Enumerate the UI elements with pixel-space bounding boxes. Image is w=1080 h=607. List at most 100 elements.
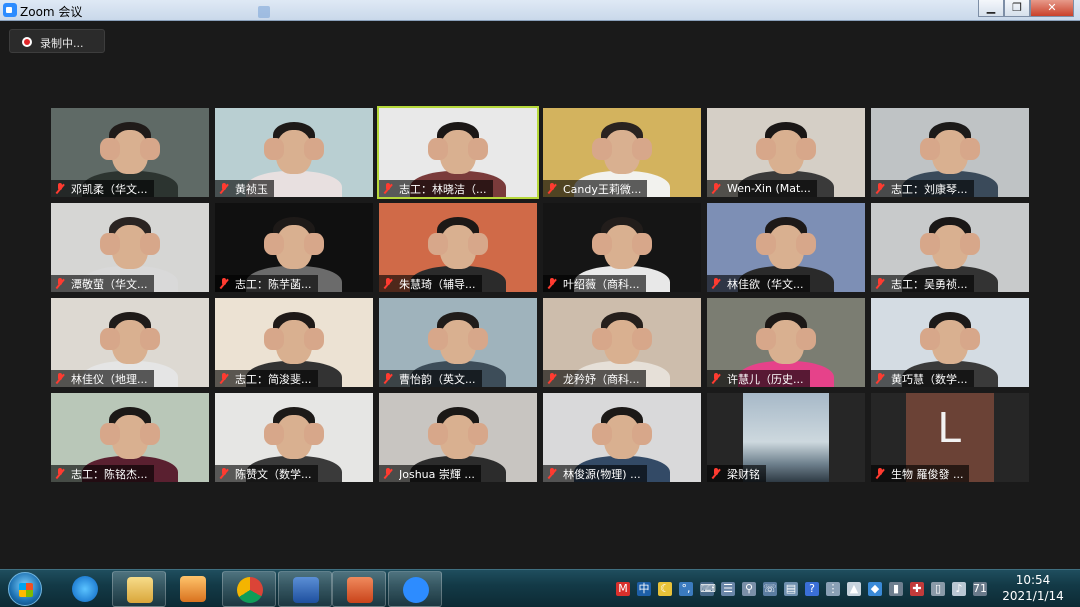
participant-hand <box>100 233 120 255</box>
participant-tile[interactable]: 志工：陈芋菡... <box>215 203 373 292</box>
participant-name: 志工：简浚斐... <box>235 372 312 386</box>
muted-mic-icon <box>547 183 557 194</box>
participant-tile[interactable]: 志工：刘康琴... <box>871 108 1029 197</box>
participant-hand <box>632 328 652 350</box>
muted-mic-icon <box>547 468 557 479</box>
participant-hand <box>796 328 816 350</box>
internet-explorer-icon <box>72 576 98 602</box>
participant-hand <box>592 423 612 445</box>
muted-mic-icon <box>55 278 65 289</box>
participant-tile[interactable]: 曹怡韵（英文... <box>379 298 537 387</box>
participant-tile[interactable]: 许慧儿（历史... <box>707 298 865 387</box>
windows-logo-icon <box>19 583 33 597</box>
maximize-button[interactable]: ❐ <box>1004 0 1030 17</box>
participant-tile[interactable]: Candy王莉微... <box>543 108 701 197</box>
muted-mic-icon <box>547 373 557 384</box>
muted-mic-icon <box>711 183 721 194</box>
participant-hand <box>428 233 448 255</box>
taskbar-ie[interactable] <box>58 571 112 607</box>
participant-name: 黄祯玉 <box>235 182 268 196</box>
participant-tile[interactable]: 陈赞文（数学... <box>215 393 373 482</box>
participant-tile[interactable]: 黄祯玉 <box>215 108 373 197</box>
tray-icon[interactable]: ☏ <box>763 582 777 596</box>
participant-name: Joshua 崇輝 ... <box>399 467 475 481</box>
tray-icon[interactable]: 中 <box>637 582 651 596</box>
tray-icon[interactable]: ▮ <box>889 582 903 596</box>
participant-name-bar: 志工：吴勇祯... <box>871 275 974 292</box>
participant-name: 志工：陈铭杰... <box>71 467 148 481</box>
participant-hand <box>632 423 652 445</box>
participant-tile[interactable]: Joshua 崇輝 ... <box>379 393 537 482</box>
tray-icon[interactable]: ⌨ <box>700 582 716 596</box>
clock-time: 10:54 <box>1015 573 1051 587</box>
system-tray: M 中 ☾ °, ⌨ ☰ ⚲ ☏ ▤? ⋮ ▲ ◆ ▮ ✚ ▯ ♪ 71 <box>616 579 987 599</box>
participant-tile[interactable]: 志工：林晓洁（... <box>377 106 539 199</box>
start-button[interactable] <box>8 572 42 606</box>
tray-icon[interactable]: ✚ <box>910 582 924 596</box>
participant-tile[interactable]: 志工：简浚斐... <box>215 298 373 387</box>
participant-tile[interactable]: 林俊源(物理) ... <box>543 393 701 482</box>
taskbar-chrome[interactable] <box>222 571 276 607</box>
participant-tile[interactable]: 叶绍薇（商科... <box>543 203 701 292</box>
tray-icon[interactable]: ☰ <box>721 582 735 596</box>
clock[interactable]: 10:54 2021/1/14 <box>996 573 1070 605</box>
tray-icon[interactable]: ⋮ <box>826 582 840 596</box>
muted-mic-icon <box>219 373 229 384</box>
tray-icon[interactable]: ☾ <box>658 582 672 596</box>
tray-icon[interactable]: M <box>616 582 630 596</box>
participant-tile[interactable]: 邓凯柔（华文... <box>51 108 209 197</box>
participant-name: 梁财铭 <box>727 467 760 481</box>
ghost-tab-icon <box>258 6 270 18</box>
participant-tile[interactable]: 潭敬萤（华文... <box>51 203 209 292</box>
close-button[interactable]: ✕ <box>1030 0 1074 17</box>
tray-icon[interactable]: ♪ <box>952 582 966 596</box>
participant-hand <box>632 138 652 160</box>
participant-hand <box>592 328 612 350</box>
participant-hand <box>632 233 652 255</box>
participant-name-bar: 志工：陈铭杰... <box>51 465 154 482</box>
tray-icon[interactable]: 71 <box>973 582 987 596</box>
participant-hand <box>920 138 940 160</box>
recording-indicator[interactable]: 录制中... <box>9 29 105 53</box>
participant-name: 黄巧慧（数学... <box>891 372 968 386</box>
participant-tile[interactable]: 林佳欲（华文... <box>707 203 865 292</box>
tray-icon[interactable]: °, <box>679 582 693 596</box>
participant-tile[interactable]: 梁财铭 <box>707 393 865 482</box>
participant-hand <box>264 233 284 255</box>
participant-tile[interactable]: 黄巧慧（数学... <box>871 298 1029 387</box>
participant-hand <box>140 233 160 255</box>
zoom-app-icon <box>3 3 17 17</box>
muted-mic-icon <box>55 468 65 479</box>
tray-icon[interactable]: ▯ <box>931 582 945 596</box>
participant-name-bar: Wen-Xin (Mat... <box>707 180 817 197</box>
taskbar-media[interactable] <box>166 571 220 607</box>
muted-mic-icon <box>711 278 721 289</box>
participant-hand <box>592 138 612 160</box>
participant-tile[interactable]: L 生物 羅俊發 ... <box>871 393 1029 482</box>
minimize-button[interactable]: ▁ <box>978 0 1004 17</box>
participant-name-bar: 林俊源(物理) ... <box>543 465 647 482</box>
participant-tile[interactable]: 林佳仪（地理... <box>51 298 209 387</box>
participant-tile[interactable]: 志工：陈铭杰... <box>51 393 209 482</box>
tray-icon[interactable]: ▲ <box>847 582 861 596</box>
muted-mic-icon <box>875 278 885 289</box>
participant-hand <box>140 423 160 445</box>
participant-tile[interactable]: 志工：吴勇祯... <box>871 203 1029 292</box>
tray-icon[interactable]: ◆ <box>868 582 882 596</box>
muted-mic-icon <box>219 278 229 289</box>
taskbar-explorer[interactable] <box>112 571 166 607</box>
participant-hand <box>100 423 120 445</box>
window-title-bar[interactable]: Zoom 会议 ▁ ❐ ✕ <box>0 0 1080 21</box>
taskbar-word[interactable] <box>278 571 332 607</box>
taskbar-powerpoint[interactable] <box>332 571 386 607</box>
participant-name-bar: 邓凯柔（华文... <box>51 180 154 197</box>
taskbar-zoom[interactable] <box>388 571 442 607</box>
tray-icon[interactable]: ? <box>805 582 819 596</box>
participant-tile[interactable]: 朱慧琦（辅导... <box>379 203 537 292</box>
participant-tile[interactable]: Wen-Xin (Mat... <box>707 108 865 197</box>
tray-icon[interactable]: ⚲ <box>742 582 756 596</box>
participant-tile[interactable]: 龙矜妤（商科... <box>543 298 701 387</box>
participant-hand <box>756 233 776 255</box>
tray-icon[interactable]: ▤ <box>784 582 798 596</box>
windows-taskbar: M 中 ☾ °, ⌨ ☰ ⚲ ☏ ▤? ⋮ ▲ ◆ ▮ ✚ ▯ ♪ 71 10:54 2021/1/14 <box>0 569 1080 607</box>
